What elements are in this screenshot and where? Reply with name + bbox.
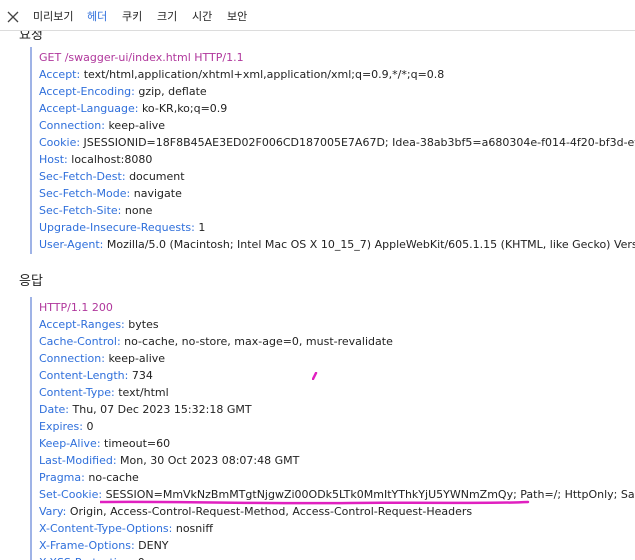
- response-header-row: Last-Modified: Mon, 30 Oct 2023 08:07:48…: [39, 452, 299, 469]
- header-value: navigate: [133, 187, 182, 200]
- tab-cookies[interactable]: 쿠키: [122, 8, 142, 24]
- header-value: no-cache, no-store, max-age=0, must-reva…: [124, 335, 393, 348]
- header-key: Expires:: [39, 420, 83, 433]
- response-header-row: X-Frame-Options: DENY: [39, 537, 169, 554]
- header-value: text/html,application/xhtml+xml,applicat…: [83, 68, 445, 81]
- response-header-row: X-XSS-Protection: 0: [39, 554, 145, 560]
- header-key: Sec-Fetch-Dest:: [39, 170, 126, 183]
- response-header-row: Expires: 0: [39, 418, 93, 435]
- response-header-row: Content-Type: text/html: [39, 384, 169, 401]
- request-status-line: GET /swagger-ui/index.html HTTP/1.1: [39, 51, 244, 64]
- header-key: Accept-Language:: [39, 102, 139, 115]
- header-value: ko-KR,ko;q=0.9: [141, 102, 228, 115]
- header-key: Sec-Fetch-Site:: [39, 204, 122, 217]
- response-header-row: X-Content-Type-Options: nosniff: [39, 520, 213, 537]
- header-value: JSESSIONID=18F8B45AE3ED02F006CD187005E7A…: [83, 136, 635, 149]
- header-key: X-Frame-Options:: [39, 539, 135, 552]
- request-header-row: Host: localhost:8080: [39, 151, 152, 168]
- header-value: 0: [86, 420, 94, 433]
- header-key: Accept:: [39, 68, 81, 81]
- response-header-row: Pragma: no-cache: [39, 469, 139, 486]
- header-value: Origin, Access-Control-Request-Method, A…: [69, 505, 473, 518]
- response-header-row: Accept-Ranges: bytes: [39, 316, 159, 333]
- tab-security[interactable]: 보안: [227, 8, 247, 24]
- header-value: nosniff: [175, 522, 213, 535]
- header-key: Sec-Fetch-Mode:: [39, 187, 131, 200]
- header-key: Content-Length:: [39, 369, 129, 382]
- header-key: Cookie:: [39, 136, 81, 149]
- header-value: localhost:8080: [71, 153, 153, 166]
- header-value: 1: [198, 221, 206, 234]
- tab-preview[interactable]: 미리보기: [33, 8, 73, 24]
- header-key: Set-Cookie:: [39, 488, 103, 501]
- response-section-title: 응답: [19, 274, 43, 289]
- request-header-row: Accept: text/html,application/xhtml+xml,…: [39, 66, 444, 83]
- response-header-row: Cache-Control: no-cache, no-store, max-a…: [39, 333, 393, 350]
- request-header-row: Connection: keep-alive: [39, 117, 165, 134]
- header-value: document: [129, 170, 185, 183]
- header-key: Cache-Control:: [39, 335, 121, 348]
- header-key: Content-Type:: [39, 386, 115, 399]
- tab-timing[interactable]: 시간: [192, 8, 212, 24]
- header-key: Connection:: [39, 352, 105, 365]
- header-key: Connection:: [39, 119, 105, 132]
- header-key: Upgrade-Insecure-Requests:: [39, 221, 195, 234]
- header-value: Mozilla/5.0 (Macintosh; Intel Mac OS X 1…: [106, 238, 635, 251]
- header-value: keep-alive: [108, 352, 166, 365]
- annotation-stroke-mark: [312, 372, 318, 380]
- request-header-row: Accept-Language: ko-KR,ko;q=0.9: [39, 100, 227, 117]
- header-value: 734: [131, 369, 153, 382]
- request-header-row: Sec-Fetch-Site: none: [39, 202, 152, 219]
- header-key: Keep-Alive:: [39, 437, 101, 450]
- request-header-row: User-Agent: Mozilla/5.0 (Macintosh; Inte…: [39, 236, 635, 253]
- request-header-row: Cookie: JSESSIONID=18F8B45AE3ED02F006CD1…: [39, 134, 635, 151]
- request-header-row: Upgrade-Insecure-Requests: 1: [39, 219, 205, 236]
- response-header-row: Connection: keep-alive: [39, 350, 165, 367]
- request-headers-block: GET /swagger-ui/index.html HTTP/1.1 Accep…: [30, 47, 635, 254]
- header-key: X-Content-Type-Options:: [39, 522, 173, 535]
- header-value: gzip, deflate: [138, 85, 207, 98]
- tab-sizes[interactable]: 크기: [157, 8, 177, 24]
- header-key: Vary:: [39, 505, 67, 518]
- header-value: 0: [138, 556, 145, 560]
- response-status-line: HTTP/1.1 200: [39, 301, 113, 314]
- header-value: timeout=60: [104, 437, 171, 450]
- annotation-underline-set-cookie: [100, 500, 530, 505]
- header-key: Host:: [39, 153, 68, 166]
- header-key: Pragma:: [39, 471, 85, 484]
- header-value: no-cache: [88, 471, 139, 484]
- request-header-row: Sec-Fetch-Dest: document: [39, 168, 185, 185]
- response-header-row: Keep-Alive: timeout=60: [39, 435, 170, 452]
- header-key: User-Agent:: [39, 238, 104, 251]
- headers-panel: 요청 GET /swagger-ui/index.html HTTP/1.1 Ac…: [0, 30, 635, 560]
- header-key: X-XSS-Protection:: [39, 556, 134, 560]
- header-key: Last-Modified:: [39, 454, 117, 467]
- header-value: Mon, 30 Oct 2023 08:07:48 GMT: [120, 454, 300, 467]
- inspector-tab-bar: 미리보기 헤더 쿠키 크기 시간 보안: [0, 0, 635, 31]
- header-value: none: [124, 204, 153, 217]
- tab-headers[interactable]: 헤더: [87, 8, 107, 24]
- request-section-title: 요청: [19, 30, 43, 43]
- request-header-row: Accept-Encoding: gzip, deflate: [39, 83, 207, 100]
- response-header-row: Date: Thu, 07 Dec 2023 15:32:18 GMT: [39, 401, 252, 418]
- response-headers-block: HTTP/1.1 200 Accept-Ranges: bytes Cache-Co…: [30, 297, 635, 560]
- header-key: Date:: [39, 403, 69, 416]
- header-value: text/html: [118, 386, 169, 399]
- close-icon[interactable]: [7, 8, 19, 23]
- header-key: Accept-Ranges:: [39, 318, 125, 331]
- header-value: bytes: [128, 318, 159, 331]
- header-value: Thu, 07 Dec 2023 15:32:18 GMT: [72, 403, 252, 416]
- header-value: keep-alive: [108, 119, 166, 132]
- response-header-row: Content-Length: 734: [39, 367, 153, 384]
- request-header-row: Sec-Fetch-Mode: navigate: [39, 185, 182, 202]
- header-value: DENY: [138, 539, 169, 552]
- header-key: Accept-Encoding:: [39, 85, 135, 98]
